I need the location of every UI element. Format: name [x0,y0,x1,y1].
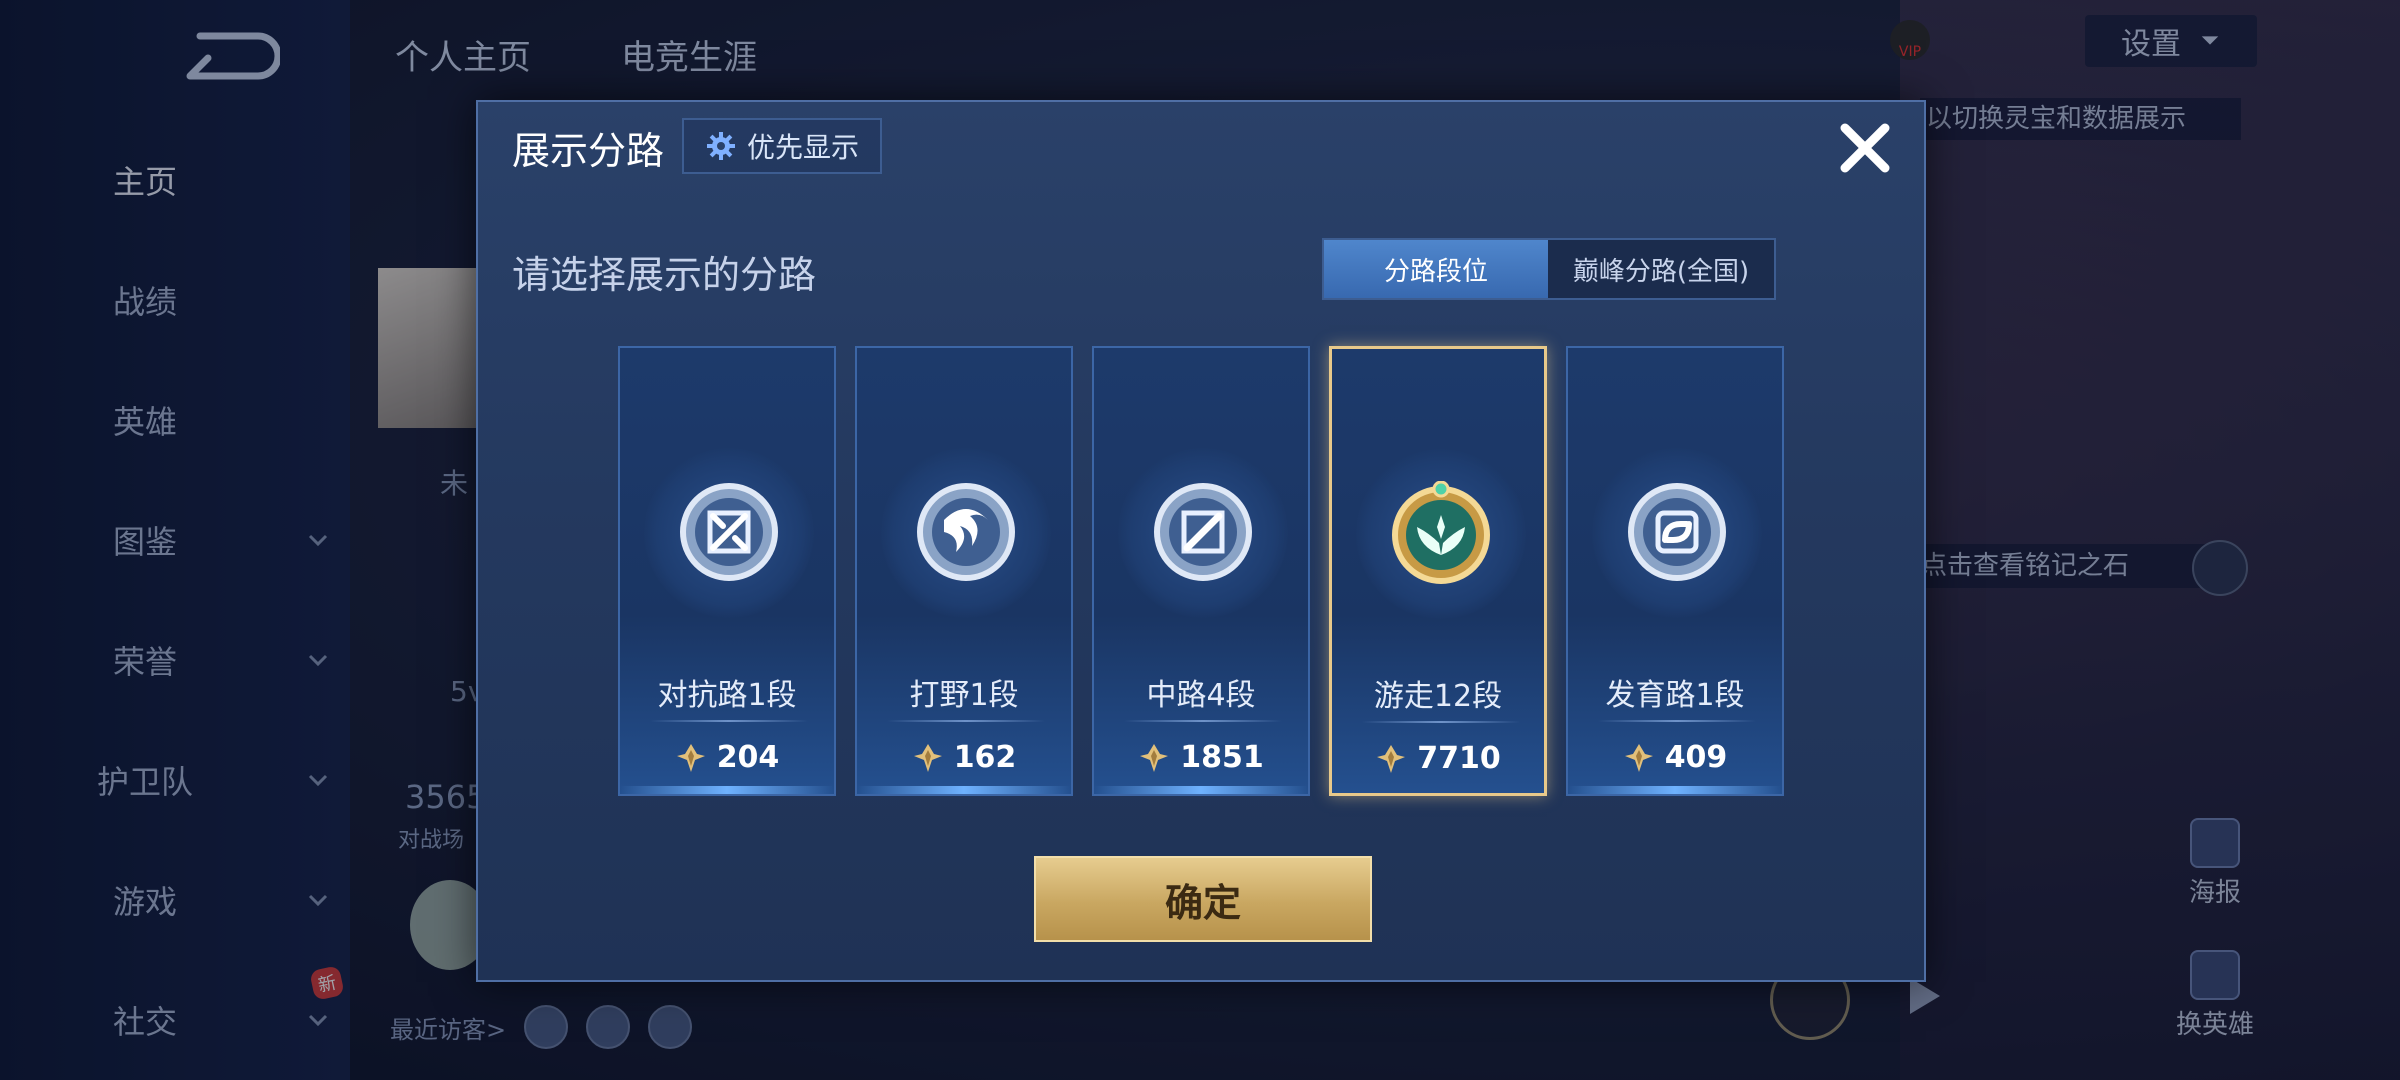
gear-icon [706,132,735,160]
lane-score: 1851 [1094,740,1308,775]
lane-score: 7710 [1332,741,1544,776]
jungle-emblem-icon [917,483,1015,581]
tab-peak-lane[interactable]: 巅峰分路(全国) [1548,240,1774,298]
sword-emblem-icon [680,483,778,581]
power-score-icon [913,743,942,772]
card-divider [650,720,808,722]
lane-score-value: 162 [953,740,1017,775]
lane-card-jungle[interactable]: 打野1段 162 [855,346,1073,796]
adc-emblem-icon [1628,483,1726,581]
dialog-title: 展示分路 [512,129,665,173]
confirm-button[interactable]: 确定 [1034,856,1372,942]
lane-score-value: 204 [716,740,780,775]
lane-rank-name: 打野1段 [909,678,1019,713]
lane-display-dialog: 展示分路 优先显示 请选择展示的分路 分路段位 巅峰分路(全国) 对抗路1段 2… [476,100,1926,982]
lane-rank-name: 对抗路1段 [657,678,797,713]
lane-score: 409 [1568,740,1782,775]
lane-mode-toggle: 分路段位 巅峰分路(全国) [1322,238,1776,300]
lane-card-roam[interactable]: 游走12段 7710 [1329,346,1547,796]
lane-rank-name: 中路4段 [1146,678,1256,713]
power-score-icon [676,743,705,772]
card-glow [857,786,1071,794]
lane-score-value: 7710 [1417,741,1501,776]
card-divider [887,720,1045,722]
card-glow [1094,786,1308,794]
dialog-subtitle: 请选择展示的分路 [512,253,817,297]
close-icon [1840,123,1890,173]
lane-cards: 对抗路1段 204 打野1段 162 中路4段 1851 游走12段 7710 … [618,346,1794,798]
card-divider [1598,720,1756,722]
card-glow [1568,786,1782,794]
lane-card-farm[interactable]: 发育路1段 409 [1566,346,1784,796]
lane-card-mid[interactable]: 中路4段 1851 [1092,346,1310,796]
lane-score: 162 [857,740,1071,775]
priority-display-label: 优先显示 [746,131,859,164]
power-score-icon [1624,743,1653,772]
card-divider [1362,721,1520,723]
tab-lane-rank[interactable]: 分路段位 [1324,240,1548,298]
roam-emblem-icon [1392,481,1490,584]
close-button[interactable] [1833,116,1897,180]
mid-emblem-icon [1154,483,1252,581]
lane-card-top[interactable]: 对抗路1段 204 [618,346,836,796]
lane-rank-name: 发育路1段 [1605,678,1745,713]
lane-rank-name: 游走12段 [1373,679,1503,714]
power-score-icon [1140,743,1169,772]
lane-score-value: 409 [1664,740,1728,775]
card-divider [1124,720,1282,722]
card-glow [620,786,834,794]
power-score-icon [1377,744,1406,773]
priority-display-button[interactable]: 优先显示 [682,118,882,174]
lane-score-value: 1851 [1180,740,1264,775]
lane-score: 204 [620,740,834,775]
